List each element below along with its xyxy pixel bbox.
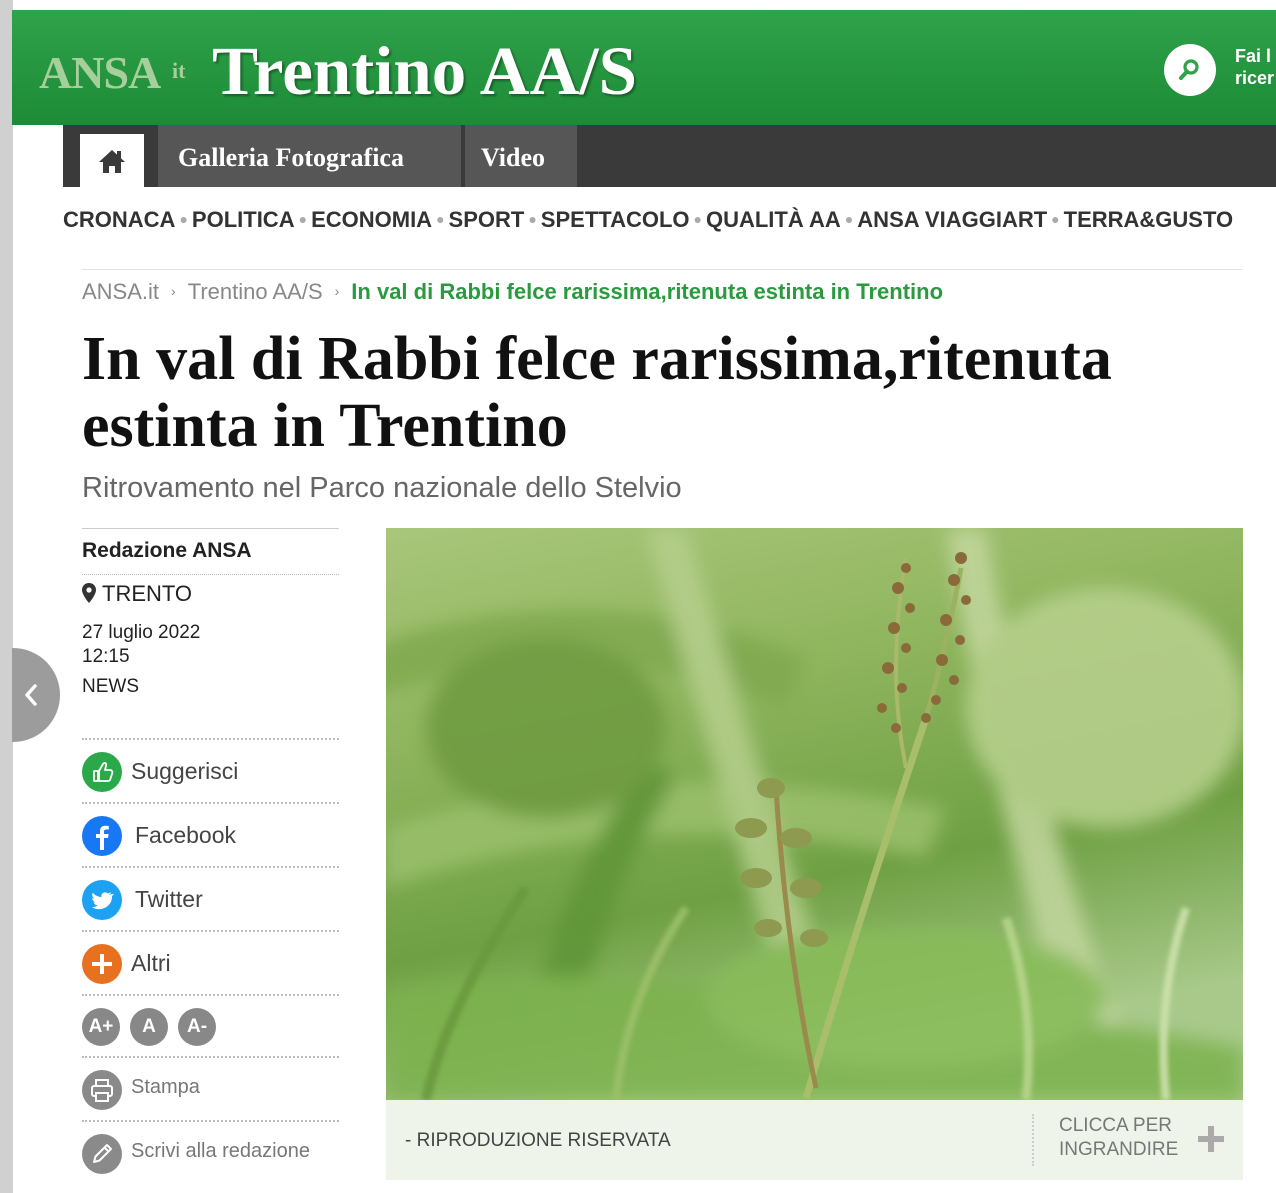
- article-author: Redazione ANSA: [82, 529, 339, 575]
- write-editor-button[interactable]: Scrivi alla redazione: [82, 1120, 339, 1184]
- photo-caption: - RIPRODUZIONE RISERVATA: [405, 1130, 671, 1151]
- pencil-icon: [82, 1134, 122, 1174]
- article-kind: NEWS: [82, 676, 139, 697]
- article-meta: Redazione ANSA TRENTO 27 luglio 2022 12:…: [82, 528, 339, 705]
- font-reset-button[interactable]: A: [130, 1008, 168, 1046]
- breadcrumb-ansa[interactable]: ANSA.it: [82, 279, 159, 304]
- printer-icon: [82, 1070, 122, 1110]
- section-cronaca[interactable]: CRONACA: [63, 207, 175, 233]
- article-photo[interactable]: [386, 528, 1243, 1100]
- plus-icon: [82, 944, 122, 984]
- breadcrumb-current: In val di Rabbi felce rarissima,ritenuta…: [351, 279, 944, 304]
- suggest-button[interactable]: Suggerisci: [82, 738, 339, 802]
- site-header: ANSA it Trentino AA/S Fai l ricer: [12, 10, 1276, 125]
- more-share-button[interactable]: Altri: [82, 930, 339, 994]
- font-size-controls: A+ A A-: [82, 994, 339, 1058]
- suggest-label: Suggerisci: [131, 758, 239, 784]
- write-editor-label: Scrivi alla redazione: [131, 1140, 310, 1162]
- article-place: TRENTO: [82, 575, 339, 607]
- twitter-icon: [82, 880, 122, 920]
- article-time: 12:15: [82, 646, 130, 667]
- search-icon: [1179, 59, 1199, 80]
- main-nav: Galleria Fotografica Video: [63, 125, 1276, 187]
- more-share-label: Altri: [131, 950, 171, 976]
- section-politica[interactable]: POLITICA: [192, 207, 295, 233]
- article-subtitle: Ritrovamento nel Parco nazionale dello S…: [82, 472, 682, 504]
- section-nav: CRONACA ● POLITICA ● ECONOMIA ● SPORT ● SPETTACO…: [63, 207, 1234, 233]
- section-sport[interactable]: SPORT: [449, 207, 525, 233]
- search-button[interactable]: [1164, 44, 1216, 96]
- twitter-label: Twitter: [135, 886, 203, 912]
- tab-galleria-fotografica[interactable]: Galleria Fotografica: [158, 125, 461, 187]
- article-date: 27 luglio 2022: [82, 622, 201, 643]
- twitter-share-button[interactable]: Twitter: [82, 866, 339, 930]
- facebook-share-button[interactable]: Facebook: [82, 802, 339, 866]
- breadcrumb-trentino[interactable]: Trentino AA/S: [188, 279, 323, 304]
- facebook-label: Facebook: [135, 822, 237, 848]
- article-headline: In val di Rabbi felce rarissima,ritenuta…: [82, 325, 1112, 460]
- breadcrumb: ANSA.it › Trentino AA/S › In val di Rabbi fe…: [82, 279, 943, 305]
- chevron-right-icon: ›: [171, 283, 176, 299]
- tab-video[interactable]: Video: [465, 125, 577, 187]
- map-pin-icon: [82, 583, 96, 603]
- side-panel-toggle[interactable]: [12, 648, 60, 742]
- chevron-right-icon: ›: [334, 283, 340, 299]
- left-edge-strip: [0, 0, 20, 1193]
- search-label[interactable]: Fai l ricer: [1235, 45, 1276, 89]
- enlarge-link[interactable]: CLICCA PER INGRANDIRE: [1059, 1114, 1178, 1162]
- thumbs-up-icon: [82, 752, 122, 792]
- plus-icon[interactable]: [1196, 1124, 1226, 1154]
- ansa-logo-suffix: it: [172, 58, 186, 83]
- section-spettacolo[interactable]: SPETTACOLO: [541, 207, 690, 233]
- section-economia[interactable]: ECONOMIA: [311, 207, 432, 233]
- font-decrease-button[interactable]: A-: [178, 1008, 216, 1046]
- section-ansa-viaggiart[interactable]: ANSA VIAGGIART: [857, 207, 1047, 233]
- chevron-left-icon: [25, 684, 37, 706]
- ansa-logo[interactable]: ANSA: [39, 46, 161, 99]
- section-terra-gusto[interactable]: TERRA&GUSTO: [1064, 207, 1234, 233]
- home-icon: [99, 150, 125, 173]
- divider: [82, 269, 1243, 270]
- photo-caption-bar: - RIPRODUZIONE RISERVATA CLICCA PER INGR…: [386, 1100, 1243, 1180]
- site-title[interactable]: Trentino AA/S: [212, 32, 637, 111]
- nav-home[interactable]: [80, 134, 144, 187]
- print-label: Stampa: [131, 1076, 200, 1098]
- print-button[interactable]: Stampa: [82, 1056, 339, 1120]
- facebook-icon: [82, 816, 122, 856]
- section-qualita-aa[interactable]: QUALITÀ AA: [706, 207, 841, 233]
- font-increase-button[interactable]: A+: [82, 1008, 120, 1046]
